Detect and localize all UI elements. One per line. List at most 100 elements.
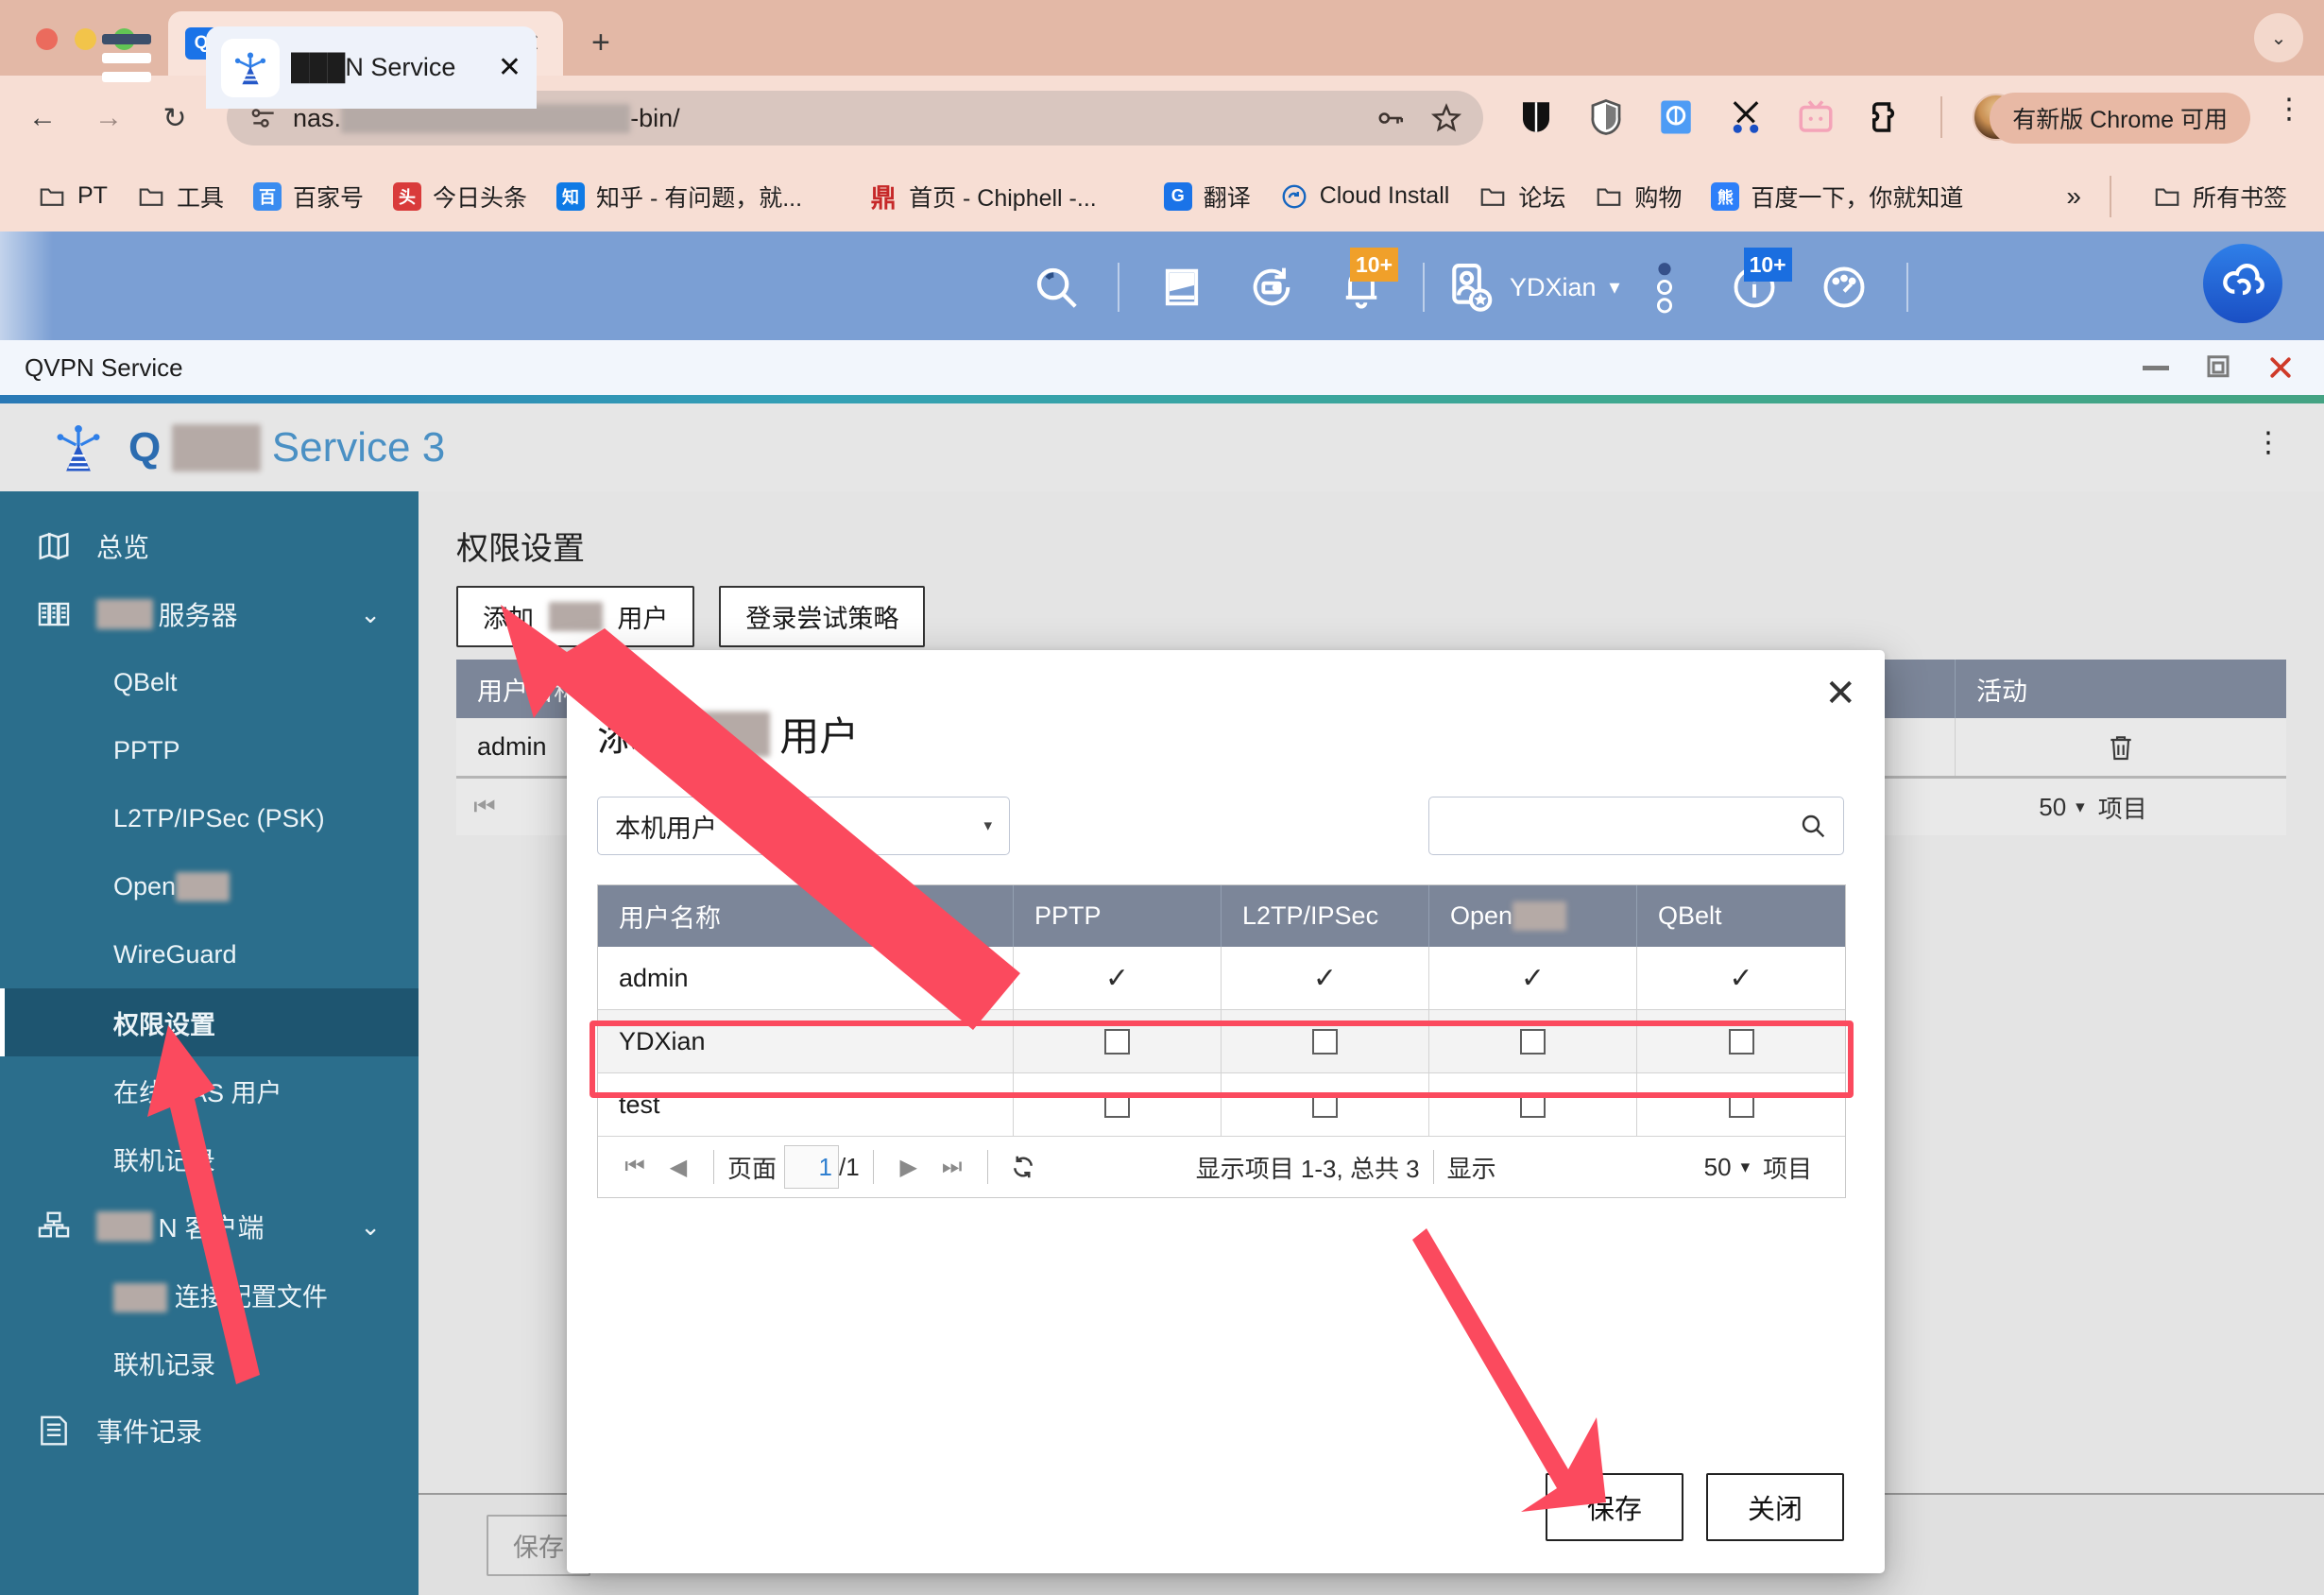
refresh-icon[interactable] [1001, 1153, 1045, 1181]
qts-app-tab[interactable]: ███N Service ✕ [206, 26, 537, 109]
sidebar-item-connection-log-client[interactable]: 联机记录 [0, 1329, 419, 1397]
bookmark-star-icon[interactable] [1430, 102, 1462, 134]
user-source-select[interactable]: 本机用户 ▾ [597, 797, 1010, 855]
bookmark-item[interactable]: 购物 [1581, 174, 1694, 219]
bookmark-item[interactable]: Cloud Install [1267, 176, 1462, 217]
column-header-username[interactable]: 用户名称 [598, 885, 1014, 947]
dialog-save-button[interactable]: 保存 [1545, 1473, 1683, 1541]
cell-l2tp-check[interactable]: ✓ [1222, 947, 1429, 1009]
dialog-close-icon[interactable]: ✕ [1824, 675, 1856, 712]
chrome-menu-kebab-icon[interactable]: ⋮ [2275, 95, 2303, 124]
first-page-icon[interactable]: ⏮ [456, 792, 513, 822]
bookmark-item[interactable]: 论坛 [1465, 174, 1578, 219]
dialog-close-button[interactable]: 关闭 [1705, 1473, 1844, 1541]
volume-icon[interactable] [1136, 255, 1226, 319]
qts-tab-close-icon[interactable]: ✕ [490, 51, 521, 84]
extension-scissors-icon[interactable] [1721, 93, 1770, 142]
bookmark-item[interactable]: 熊 百度一下，你就知道 [1698, 174, 1975, 219]
table-row[interactable]: test [598, 1073, 1845, 1137]
qcloud-icon[interactable] [2203, 244, 2282, 323]
bookmarks-overflow-chevron-icon[interactable]: » [2066, 181, 2081, 212]
sidebar-item-connection-profile[interactable]: ███ 连接配置文件 [0, 1261, 419, 1329]
bookmark-item[interactable]: 百 百家号 [240, 174, 376, 219]
prev-page-icon[interactable]: ◀ [657, 1154, 700, 1181]
sidebar-item-online-nas-users[interactable]: 在线 NAS 用户 [0, 1056, 419, 1124]
column-header-pptp[interactable]: PPTP [1014, 885, 1222, 947]
page-size-caret-icon[interactable]: ▾ [1741, 1157, 1751, 1178]
backup-icon[interactable] [1226, 255, 1316, 319]
column-header-openvpn[interactable]: Open███ [1429, 885, 1637, 947]
new-tab-button[interactable]: + [591, 25, 610, 61]
last-page-icon[interactable]: ⏭ [931, 1154, 974, 1180]
cell-l2tp-checkbox[interactable] [1222, 1073, 1429, 1136]
forward-arrow-icon[interactable]: → [87, 96, 130, 140]
sidebar-item-permission-settings[interactable]: 权限设置 [0, 988, 419, 1056]
bookmark-item[interactable]: 知 知乎 - 有问题，就... [543, 174, 814, 219]
cell-l2tp-checkbox[interactable] [1222, 1010, 1429, 1072]
chevron-down-icon[interactable]: ⌄ [360, 1212, 381, 1242]
add-vpn-user-button[interactable]: 添加 ███ 用户 [456, 586, 695, 647]
all-bookmarks-button[interactable]: 所有书签 [2140, 174, 2299, 219]
main-menu-hamburger-icon[interactable] [102, 34, 151, 91]
sidebar-item-connection-log-server[interactable]: 联机记录 [0, 1124, 419, 1192]
cell-openvpn-check[interactable]: ✓ [1429, 947, 1637, 1009]
cell-openvpn-checkbox[interactable] [1429, 1073, 1637, 1136]
close-icon[interactable] [2262, 352, 2299, 384]
column-header-action[interactable]: 活动 [1956, 660, 2286, 718]
close-window-button[interactable] [36, 28, 58, 50]
extension-blue-icon[interactable] [1651, 93, 1700, 142]
bookmark-item[interactable]: 工具 [124, 174, 236, 219]
reload-icon[interactable]: ↻ [153, 96, 197, 140]
search-input[interactable] [1444, 811, 1798, 841]
chrome-update-button[interactable]: 有新版 Chrome 可用 [1990, 93, 2250, 144]
tab-list-chevron-down-icon[interactable]: ⌄ [2254, 13, 2303, 62]
bookmark-item[interactable]: 头 今日头条 [380, 174, 539, 219]
cell-pptp-checkbox[interactable] [1014, 1073, 1222, 1136]
cell-pptp-checkbox[interactable] [1014, 1010, 1222, 1072]
table-row[interactable]: YDXian [598, 1010, 1845, 1073]
extension-pink-tv-icon[interactable] [1791, 93, 1840, 142]
column-header-qbelt[interactable]: QBelt [1637, 885, 1845, 947]
first-page-icon[interactable]: ⏮ [613, 1154, 657, 1180]
notification-bell-icon[interactable]: 10+ [1316, 248, 1406, 319]
cell-qbelt-checkbox[interactable] [1637, 1010, 1845, 1072]
sidebar-item-qbelt[interactable]: QBelt [0, 648, 419, 716]
sidebar-item-pptp[interactable]: PPTP [0, 716, 419, 784]
footer-page-size[interactable]: 50 [2039, 793, 2066, 822]
info-icon[interactable]: 10+ [1710, 248, 1800, 319]
page-size-caret-icon[interactable]: ▾ [2076, 797, 2085, 818]
user-search-box[interactable] [1428, 797, 1844, 855]
cell-qbelt-check[interactable]: ✓ [1637, 947, 1845, 1009]
password-key-icon[interactable] [1374, 102, 1406, 134]
login-attempt-policy-button[interactable]: 登录尝试策略 [719, 586, 926, 647]
sidebar-item-wireguard[interactable]: WireGuard [0, 920, 419, 988]
sidebar-item-overview[interactable]: 总览 [0, 512, 419, 580]
minimize-window-button[interactable] [75, 28, 96, 50]
dashboard-icon[interactable] [1800, 255, 1889, 319]
page-size-value[interactable]: 50 [1704, 1153, 1732, 1182]
extension-shield-icon[interactable] [1581, 93, 1631, 142]
extension-dark-icon[interactable] [1512, 93, 1561, 142]
chevron-down-icon[interactable]: ⌄ [360, 600, 381, 629]
back-arrow-icon[interactable]: ← [21, 96, 64, 140]
bookmark-item[interactable]: G 翻译 [1151, 174, 1263, 219]
bookmark-item[interactable]: 鼎 首页 - Chiphell -... [856, 174, 1109, 219]
minimize-icon[interactable] [2137, 352, 2175, 384]
next-page-icon[interactable]: ▶ [887, 1154, 931, 1181]
cell-delete-action[interactable] [1956, 718, 2286, 776]
page-number-input[interactable]: 1 [784, 1145, 840, 1189]
column-header-l2tp-ipsec[interactable]: L2TP/IPSec [1222, 885, 1429, 947]
maximize-icon[interactable] [2199, 352, 2237, 384]
cell-pptp-check[interactable]: ✓ [1014, 947, 1222, 1009]
cell-qbelt-checkbox[interactable] [1637, 1073, 1845, 1136]
cell-openvpn-checkbox[interactable] [1429, 1010, 1637, 1072]
more-vertical-icon[interactable] [1620, 255, 1710, 319]
user-account-menu[interactable]: YDXian ▾ [1442, 260, 1620, 315]
sidebar-item-event-log[interactable]: 事件记录 [0, 1397, 419, 1465]
sidebar-item-l2tp-ipsec[interactable]: L2TP/IPSec (PSK) [0, 784, 419, 852]
sidebar-item-openvpn[interactable]: Open███ [0, 852, 419, 920]
search-icon[interactable] [1011, 255, 1101, 319]
search-icon[interactable] [1798, 811, 1828, 841]
bookmark-item[interactable]: PT [25, 176, 120, 217]
table-row[interactable]: admin ✓ ✓ ✓ ✓ [598, 947, 1845, 1010]
